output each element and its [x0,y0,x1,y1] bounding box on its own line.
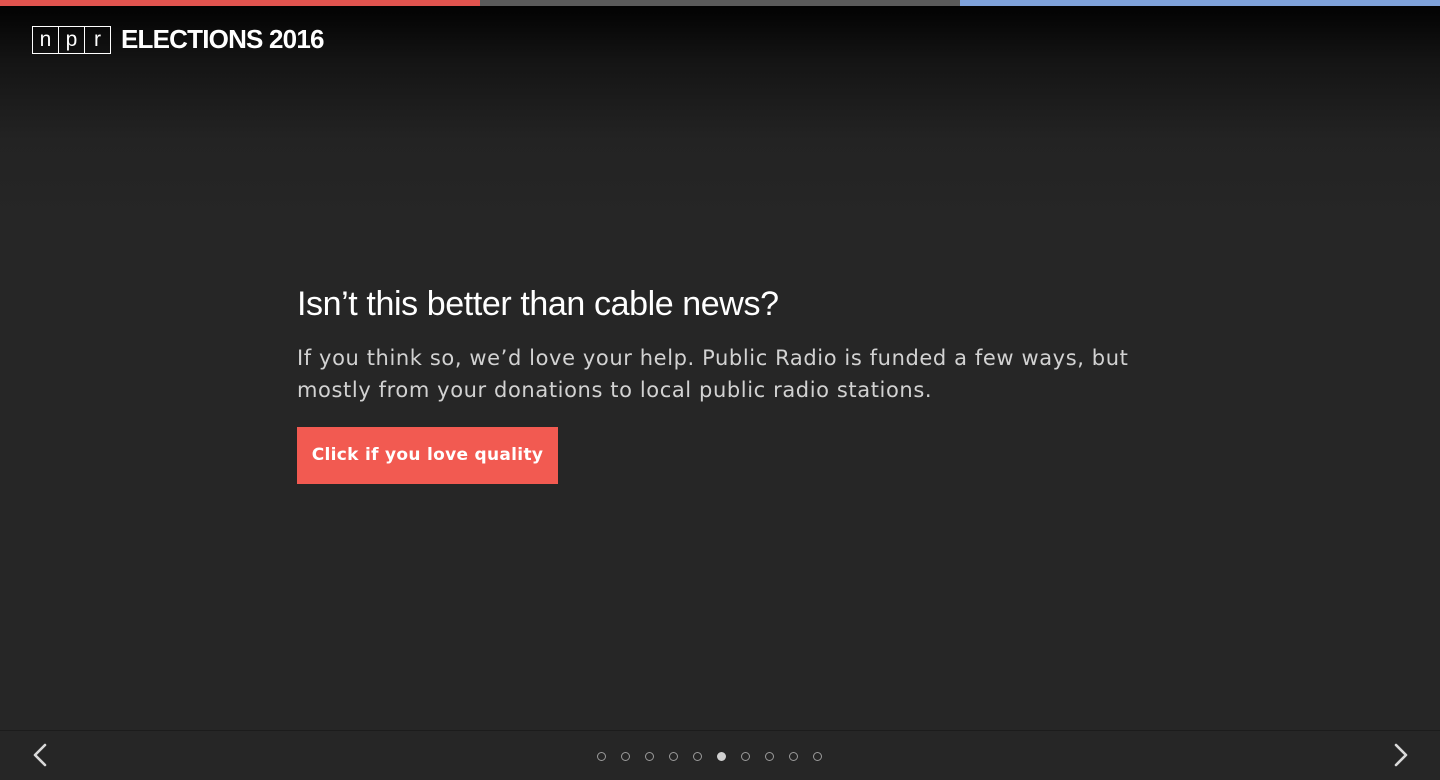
slide-page: n p r ELECTIONS 2016 Isn’t this better t… [0,0,1440,780]
npr-logo-letter-n: n [32,26,59,54]
npr-logo-letter-r: r [84,26,111,54]
pager-dot[interactable] [645,752,654,761]
donate-cta-button[interactable]: Click if you love quality [297,427,558,484]
slide-body-text: If you think so, we’d love your help. Pu… [297,346,1129,402]
site-title[interactable]: ELECTIONS 2016 [121,25,324,53]
pager-dot-active[interactable] [717,752,726,761]
slide-pager-dots [597,752,837,764]
pager-dot[interactable] [789,752,798,761]
pager-dot[interactable] [621,752,630,761]
slide-navigation [0,730,1440,780]
slide-content: Isn’t this better than cable news? If yo… [297,284,1157,484]
pager-dot[interactable] [765,752,774,761]
pager-dot[interactable] [597,752,606,761]
color-bar-gray-segment [480,0,960,6]
npr-logo-letter-p: p [58,26,85,54]
site-header: n p r ELECTIONS 2016 [32,25,324,54]
pager-dot[interactable] [741,752,750,761]
slide-headline: Isn’t this better than cable news? [297,285,779,323]
pager-dot[interactable] [813,752,822,761]
chevron-left-icon [33,743,47,767]
previous-slide-button[interactable] [26,741,56,771]
pager-dot[interactable] [693,752,702,761]
color-bar-red-segment [0,0,480,6]
chevron-right-icon [1394,743,1408,767]
color-bar-blue-segment [960,0,1440,6]
party-color-bar [0,0,1440,6]
next-slide-button[interactable] [1385,741,1415,771]
npr-logo[interactable]: n p r [32,26,111,54]
pager-dot[interactable] [669,752,678,761]
